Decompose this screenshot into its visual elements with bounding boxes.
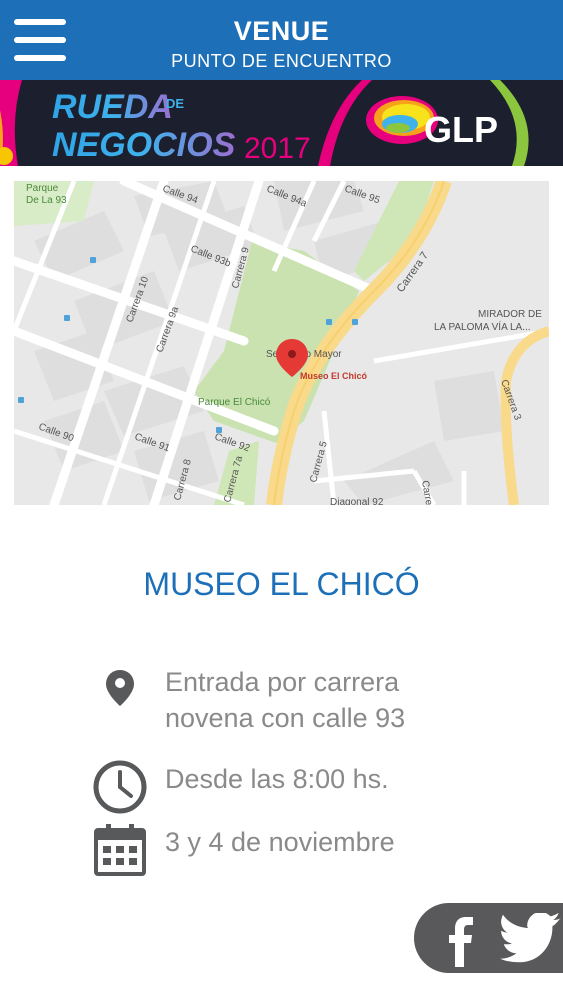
banner-text-negocios: NEGOCIOS — [52, 126, 236, 164]
address-line-2: novena con calle 93 — [165, 703, 406, 733]
page-subtitle: PUNTO DE ENCUENTRO — [171, 51, 392, 71]
map-label-parque-el-chico: Parque El Chicó — [198, 397, 271, 408]
venue-map[interactable]: Parque De La 93 Calle 94 Calle 94a Calle… — [14, 181, 549, 505]
venue-name: MUSEO EL CHICÓ — [143, 566, 420, 602]
event-banner-art: RUEDA DE NEGOCIOS 2017 GLP — [0, 80, 563, 166]
map-label-mirador-line2: LA PALOMA VÍA LA... — [434, 320, 531, 333]
address-text: Entrada por carrera novena con calle 93 — [165, 664, 505, 736]
page-title: VENUE — [233, 16, 330, 46]
clock-icon — [92, 759, 148, 815]
map-label-parque-93-line1: Parque — [26, 183, 59, 194]
map-canvas[interactable]: Parque De La 93 Calle 94 Calle 94a Calle… — [14, 181, 549, 505]
app-header: VENUE PUNTO DE ENCUENTRO — [0, 0, 563, 80]
glp-logo-text: GLP — [424, 109, 498, 150]
twitter-icon[interactable] — [498, 911, 563, 967]
address-row: Entrada por carrera novena con calle 93 — [92, 664, 512, 744]
date-text: 3 y 4 de noviembre — [165, 827, 395, 857]
address-line-1: Entrada por carrera — [165, 667, 400, 697]
calendar-icon — [92, 822, 148, 878]
banner-year: 2017 — [244, 132, 311, 165]
time-text: Desde las 8:00 hs. — [165, 764, 389, 794]
banner-text-rueda: RUEDA — [52, 88, 173, 126]
map-label-parque-93-line2: De La 93 — [26, 195, 67, 206]
event-banner: RUEDA DE NEGOCIOS 2017 GLP — [0, 80, 563, 166]
map-pin-icon — [102, 668, 158, 724]
date-row: 3 y 4 de noviembre — [92, 822, 512, 882]
time-row: Desde las 8:00 hs. — [92, 759, 512, 819]
social-share-bar — [414, 903, 563, 973]
map-label-mirador-line1: MIRADOR DE — [478, 309, 542, 320]
banner-text-de: DE — [166, 96, 184, 111]
map-label-museo-el-chico: Museo El Chicó — [300, 371, 368, 381]
map-label-diagonal: Diagonal 92 — [330, 497, 384, 505]
facebook-icon[interactable] — [446, 909, 476, 969]
